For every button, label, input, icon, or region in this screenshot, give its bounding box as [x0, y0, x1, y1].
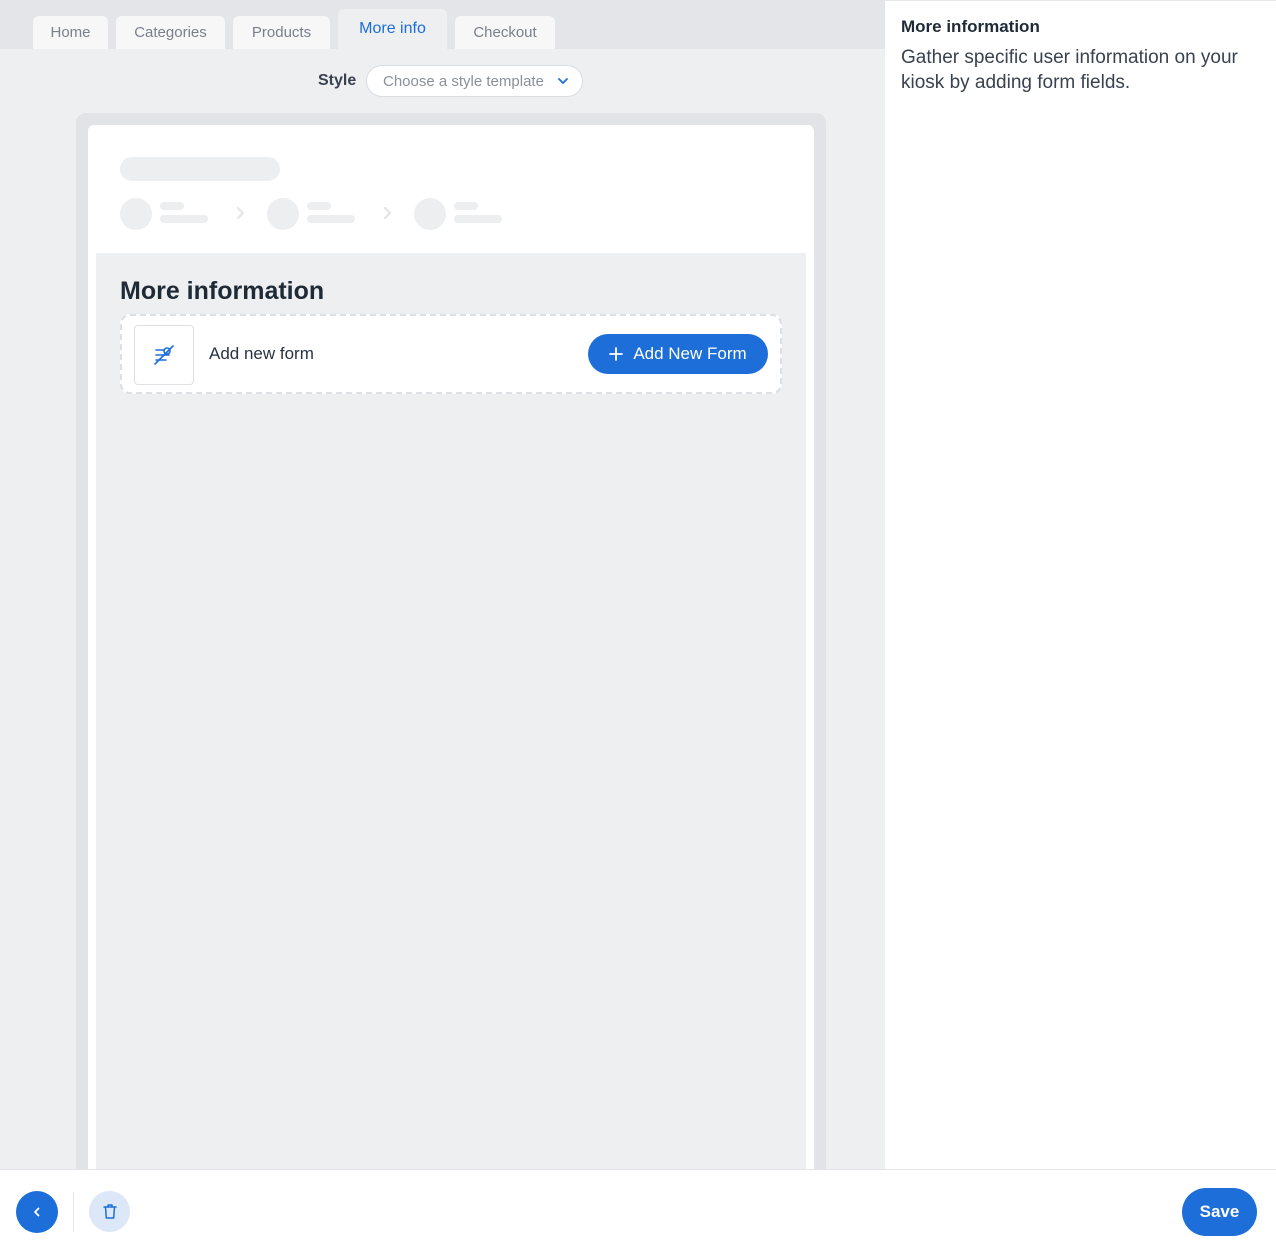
device-preview-screen: More information Add new form Add New Fo…: [88, 125, 814, 1169]
skeleton-title: [120, 157, 280, 181]
skeleton-line: [454, 202, 478, 210]
add-new-form-button[interactable]: Add New Form: [588, 334, 768, 374]
trash-icon: [102, 1204, 117, 1219]
skeleton-line: [307, 215, 355, 223]
save-button[interactable]: Save: [1182, 1188, 1257, 1236]
form-icon-box: [134, 325, 194, 385]
chevron-left-icon: [34, 1207, 40, 1217]
style-label: Style: [318, 72, 357, 89]
add-form-label: Add new form: [209, 344, 314, 363]
skeleton-line: [160, 215, 208, 223]
info-panel: More information Gather specific user in…: [885, 0, 1276, 1169]
info-panel-description: Gather specific user information on your…: [901, 47, 1238, 93]
plus-icon: [609, 347, 624, 361]
section-title: More information: [120, 277, 325, 305]
skeleton-step-circle: [267, 198, 299, 230]
tab-checkout[interactable]: Checkout: [455, 16, 555, 49]
tab-more-info[interactable]: More info: [338, 9, 447, 49]
style-template-placeholder: Choose a style template: [383, 72, 544, 90]
back-button[interactable]: [16, 1191, 58, 1233]
tab-home[interactable]: Home: [33, 16, 108, 49]
skeleton-line: [307, 202, 331, 210]
editor-area: Home Categories Products More info Check…: [0, 0, 885, 1169]
tab-products[interactable]: Products: [233, 16, 330, 49]
form-off-icon: [154, 345, 174, 365]
device-preview-frame: More information Add new form Add New Fo…: [76, 113, 826, 1169]
skeleton-step-circle: [120, 198, 152, 230]
footer-divider: [73, 1192, 74, 1232]
chevron-down-icon: [558, 78, 568, 84]
delete-button[interactable]: [89, 1191, 130, 1232]
skeleton-line: [454, 215, 502, 223]
style-template-select[interactable]: Choose a style template: [366, 65, 583, 97]
skeleton-line: [160, 202, 184, 210]
add-form-card: Add new form Add New Form: [120, 314, 782, 394]
preview-content: More information Add new form Add New Fo…: [96, 253, 806, 1169]
skeleton-step-circle: [414, 198, 446, 230]
tab-bar: Home Categories Products More info Check…: [0, 0, 885, 49]
chevron-right-icon: [236, 206, 245, 220]
info-panel-title: More information: [901, 17, 1040, 36]
add-new-form-label: Add New Form: [633, 344, 747, 363]
tab-categories[interactable]: Categories: [116, 16, 225, 49]
footer-bar: Save: [0, 1169, 1276, 1243]
chevron-right-icon: [383, 206, 392, 220]
style-row: Style Choose a style template: [0, 65, 885, 97]
